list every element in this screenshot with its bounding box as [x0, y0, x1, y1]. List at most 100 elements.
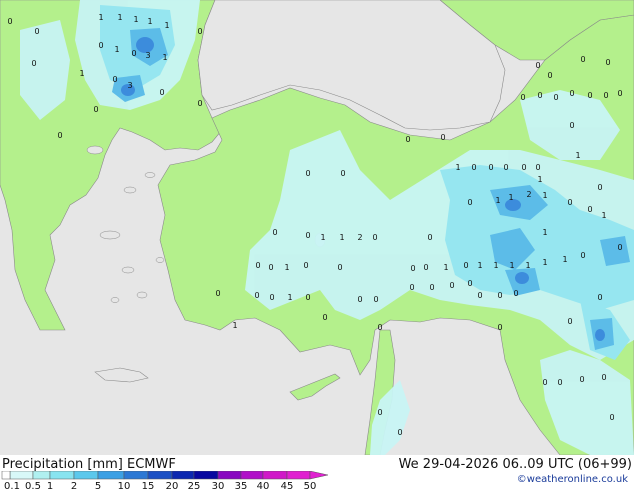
precip-value-label: 0 — [477, 291, 482, 300]
precip-value-label: 1 — [114, 45, 119, 54]
colorbar-tick-label: 15 — [141, 481, 155, 492]
colorbar-segment — [240, 471, 264, 480]
precip-value-label: 1 — [509, 261, 514, 270]
precip-value-label: 1 — [287, 293, 292, 302]
precip-value-label: 1 — [493, 261, 498, 270]
precip-value-label: 0 — [397, 428, 402, 437]
valid-time: We 29-04-2026 06..09 UTC (06+99) — [398, 457, 632, 472]
precipitation-map: 1 1 1 1 10000 1 0 3 10103000000 00 0 0 0 0 0 00010 00 01 0… — [0, 0, 634, 455]
precip-value-label: 0 — [580, 251, 585, 260]
precip-value-label: 1 — [542, 258, 547, 267]
precip-value-label: 0 — [340, 169, 345, 178]
precip-value-label: 0 — [159, 88, 164, 97]
precip-value-label: 0 — [497, 323, 502, 332]
precip-value-label: 0 — [131, 49, 136, 58]
precip-value-label: 0 — [605, 58, 610, 67]
precip-value-label: 0 — [597, 293, 602, 302]
precip-value-label: 0 — [305, 231, 310, 240]
precip-value-label: 0 — [410, 264, 415, 273]
precip-value-label: 0 — [617, 89, 622, 98]
precip-value-label: 0 — [567, 198, 572, 207]
precip-value-label: 0 — [372, 233, 377, 242]
precip-value-label: 0 — [603, 91, 608, 100]
precip-value-label: 1 — [542, 228, 547, 237]
precip-value-label: 0 — [405, 135, 410, 144]
colorbar-tick-label: 35 — [234, 481, 248, 492]
precip-value-label: 0 — [535, 61, 540, 70]
precip-value-label: 0 — [268, 263, 273, 272]
precip-value-label: 0 — [587, 205, 592, 214]
precip-value-label: 0 — [471, 163, 476, 172]
precip-value-label: 0 — [93, 105, 98, 114]
precip-value-label: 0 — [303, 261, 308, 270]
precip-value-label: 0 — [272, 228, 277, 237]
precip-value-label: 0 — [467, 198, 472, 207]
precip-value-label: 0 — [357, 295, 362, 304]
colorbar-tick-label: 30 — [211, 481, 225, 492]
precip-value-label: 0 — [547, 71, 552, 80]
colorbar-segment — [9, 471, 34, 480]
precip-value-label: 1 — [117, 13, 122, 22]
precipitation-colorbar — [1, 471, 329, 480]
precip-value-label: 0 — [580, 55, 585, 64]
precip-value-label: 0 — [597, 183, 602, 192]
colorbar-arrow — [309, 471, 329, 480]
precip-value-label: 1 — [508, 193, 513, 202]
precip-value-label: 1 — [542, 191, 547, 200]
precip-value-label: 1 — [320, 233, 325, 242]
precip-value-label: 1 — [525, 261, 530, 270]
precip-value-label: 0 — [57, 131, 62, 140]
precip-value-label: 0 — [197, 99, 202, 108]
colorbar-segment — [123, 471, 149, 480]
colorbar-tick-label: 2 — [70, 481, 78, 492]
colorbar-segment — [49, 471, 75, 480]
precip-value-label: 0 — [467, 279, 472, 288]
precip-value-label: 1 — [98, 13, 103, 22]
precip-value-label: 0 — [98, 41, 103, 50]
precip-value-label: 1 — [284, 263, 289, 272]
precip-value-label: 0 — [497, 291, 502, 300]
colorbar-segment — [147, 471, 173, 480]
precip-value-label: 0 — [440, 133, 445, 142]
colorbar-tick-label: 5 — [94, 481, 102, 492]
precip-value-label: 1 — [79, 69, 84, 78]
colorbar-segment — [262, 471, 288, 480]
precip-value-label: 0 — [305, 169, 310, 178]
precip-value-label: 2 — [526, 190, 531, 199]
precip-value-label: 1 — [133, 15, 138, 24]
colorbar-tick-label: 1 — [46, 481, 54, 492]
precip-value-label: 1 — [339, 233, 344, 242]
colorbar-segment — [1, 471, 11, 480]
precip-value-label: 0 — [423, 263, 428, 272]
precip-value-label: 2 — [357, 233, 362, 242]
precip-value-label: 1 — [575, 151, 580, 160]
precip-value-label: 0 — [255, 261, 260, 270]
site-credit: ©weatheronline.co.uk — [516, 474, 628, 485]
precip-value-label: 0 — [567, 317, 572, 326]
precip-value-label: 0 — [112, 75, 117, 84]
precip-value-label: 1 — [162, 53, 167, 62]
precip-value-label: 1 — [147, 17, 152, 26]
precip-value-label: 0 — [373, 295, 378, 304]
precip-value-label: 0 — [429, 283, 434, 292]
precip-value-label: 0 — [535, 163, 540, 172]
precip-value-label: 0 — [409, 283, 414, 292]
colorbar-tick-label: 50 — [303, 481, 317, 492]
precip-value-label: 1 — [495, 196, 500, 205]
precip-value-label: 1 — [455, 163, 460, 172]
precip-value-label: 3 — [127, 81, 132, 90]
precip-value-label: 1 — [537, 175, 542, 184]
precip-value-label: 1 — [562, 255, 567, 264]
precip-value-label: 0 — [569, 89, 574, 98]
colorbar-tick-label: 40 — [256, 481, 270, 492]
precip-value-label: 0 — [557, 378, 562, 387]
precip-value-label: 0 — [579, 375, 584, 384]
precip-value-label: 0 — [377, 408, 382, 417]
precip-value-label: 1 — [601, 211, 606, 220]
colorbar-tick-label: 0.5 — [25, 481, 41, 492]
map-title: Precipitation [mm] ECMWF — [2, 457, 176, 472]
precip-value-label: 0 — [569, 121, 574, 130]
precip-value-label: 0 — [601, 373, 606, 382]
precip-value-label: 1 — [164, 21, 169, 30]
precip-value-label: 0 — [513, 289, 518, 298]
